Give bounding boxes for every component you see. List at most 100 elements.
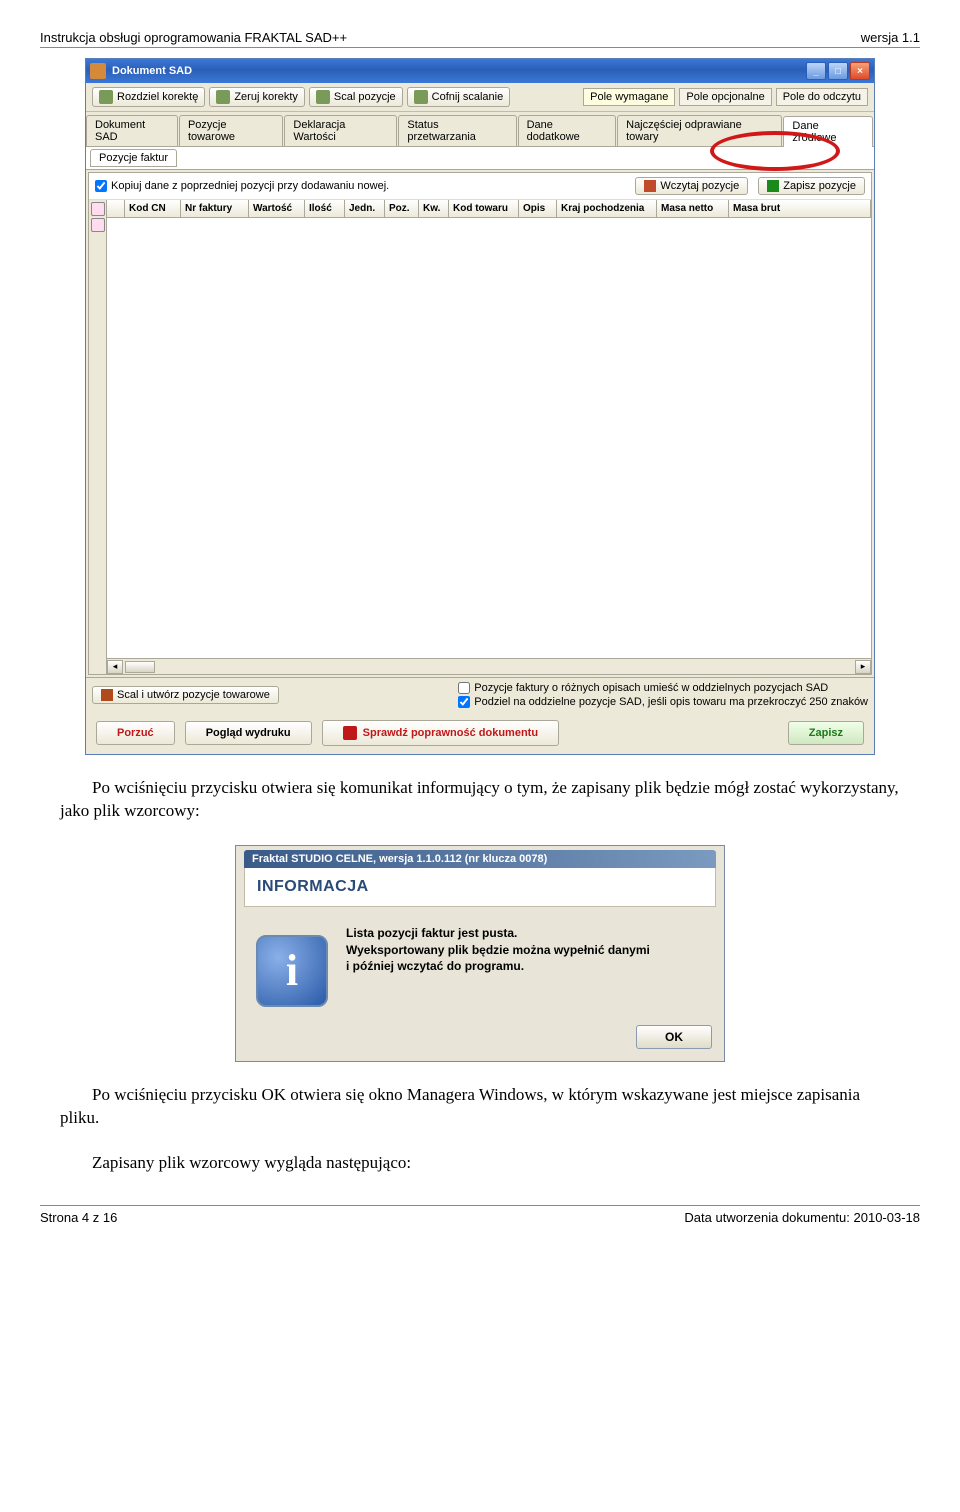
ok-button[interactable]: OK — [636, 1025, 712, 1049]
copy-checkbox[interactable]: Kopiuj dane z poprzedniej pozycji przy d… — [95, 180, 389, 192]
col-masa-brut[interactable]: Masa brut — [729, 200, 871, 217]
copy-checkbox-label: Kopiuj dane z poprzedniej pozycji przy d… — [111, 180, 389, 192]
tab-status[interactable]: Status przetwarzania — [398, 115, 516, 146]
save-icon — [767, 180, 779, 192]
tab-najczesciej[interactable]: Najczęściej odprawiane towary — [617, 115, 782, 146]
dlg-line2: Wyeksportowany plik będzie można wypełni… — [346, 942, 650, 959]
tool-label: Rozdziel korektę — [117, 91, 198, 103]
tab-deklaracja[interactable]: Deklaracja Wartości — [284, 115, 397, 146]
header-right: wersja 1.1 — [861, 30, 920, 45]
minimize-button[interactable]: _ — [806, 62, 826, 80]
page-footer: Strona 4 z 16 Data utworzenia dokumentu:… — [40, 1205, 920, 1225]
copy-checkbox-input[interactable] — [95, 180, 107, 192]
col-nr-faktury[interactable]: Nr faktury — [181, 200, 249, 217]
paragraph-2a: Po wciśnięciu przycisku OK otwiera się o… — [60, 1084, 900, 1130]
scroll-thumb[interactable] — [125, 661, 155, 673]
preview-button[interactable]: Pogląd wydruku — [185, 721, 312, 745]
tab-dane-zrodlowe[interactable]: Dane źródłowe — [783, 116, 873, 147]
btn-label: Zapisz — [809, 727, 843, 739]
dialog-message: Lista pozycji faktur jest pusta. Wyekspo… — [346, 925, 650, 975]
col-kw[interactable]: Kw. — [419, 200, 449, 217]
opt1-label: Pozycje faktury o różnych opisach umieść… — [474, 682, 828, 694]
info-dialog: Fraktal STUDIO CELNE, wersja 1.1.0.112 (… — [235, 845, 725, 1062]
tool-zeruj[interactable]: Zeruj korekty — [209, 87, 305, 107]
load-icon — [644, 180, 656, 192]
undo-icon — [414, 90, 428, 104]
col-masa-netto[interactable]: Masa netto — [657, 200, 729, 217]
opt2-label: Podziel na oddzielne pozycje SAD, jeśli … — [474, 696, 868, 708]
btn-label: Porzuć — [117, 727, 154, 739]
opt1-input[interactable] — [458, 682, 470, 694]
col-poz[interactable]: Poz. — [385, 200, 419, 217]
save-button[interactable]: Zapisz — [788, 721, 864, 745]
btn-label: Scal i utwórz pozycje towarowe — [117, 689, 270, 701]
horizontal-scrollbar[interactable]: ◂ ▸ — [107, 658, 871, 674]
btn-label: Zapisz pozycje — [783, 180, 856, 192]
tab-pozycje-towarowe[interactable]: Pozycje towarowe — [179, 115, 283, 146]
opt2-checkbox[interactable]: Podziel na oddzielne pozycje SAD, jeśli … — [458, 696, 868, 708]
col-jedn[interactable]: Jedn. — [345, 200, 385, 217]
scroll-right-button[interactable]: ▸ — [855, 660, 871, 674]
dialog-header: INFORMACJA — [244, 868, 716, 907]
col-wartosc[interactable]: Wartość — [249, 200, 305, 217]
opt1-checkbox[interactable]: Pozycje faktury o różnych opisach umieść… — [458, 682, 868, 694]
info-icon: i — [256, 935, 328, 1007]
opt2-input[interactable] — [458, 696, 470, 708]
window-title: Dokument SAD — [112, 65, 192, 77]
app-icon — [90, 63, 106, 79]
tab-dokument-sad[interactable]: Dokument SAD — [86, 115, 178, 146]
data-grid: Kod CN Nr faktury Wartość Ilość Jedn. Po… — [89, 200, 871, 674]
validate-button[interactable]: Sprawdź poprawność dokumentu — [322, 720, 559, 746]
dialog-heading: INFORMACJA — [257, 878, 703, 896]
col-opis[interactable]: Opis — [519, 200, 557, 217]
footer-right: Data utworzenia dokumentu: 2010-03-18 — [684, 1210, 920, 1225]
row-action-icon[interactable] — [91, 218, 105, 232]
abandon-button[interactable]: Porzuć — [96, 721, 175, 745]
col-selector[interactable] — [107, 200, 125, 217]
merge-icon — [316, 90, 330, 104]
footer-left: Strona 4 z 16 — [40, 1210, 117, 1225]
tool-label: Scal pozycje — [334, 91, 396, 103]
scroll-left-button[interactable]: ◂ — [107, 660, 123, 674]
col-kod-cn[interactable]: Kod CN — [125, 200, 181, 217]
tab-dane-dodatkowe[interactable]: Dane dodatkowe — [518, 115, 617, 146]
main-tabs: Dokument SAD Pozycje towarowe Deklaracja… — [86, 112, 874, 147]
tool-label: Cofnij scalanie — [432, 91, 504, 103]
btn-label: Sprawdź poprawność dokumentu — [363, 727, 538, 739]
field-optional-label: Pole opcjonalne — [679, 88, 771, 106]
subtab-pozycje-faktur[interactable]: Pozycje faktur — [90, 149, 177, 167]
toolbar: Rozdziel korektę Zeruj korekty Scal pozy… — [86, 83, 874, 112]
tool-cofnij[interactable]: Cofnij scalanie — [407, 87, 511, 107]
load-positions-button[interactable]: Wczytaj pozycje — [635, 177, 748, 195]
split-icon — [99, 90, 113, 104]
tool-rozdziel[interactable]: Rozdziel korektę — [92, 87, 205, 107]
options-row: Scal i utwórz pozycje towarowe Pozycje f… — [86, 677, 874, 712]
dialog-title-text: Fraktal STUDIO CELNE, wersja 1.1.0.112 (… — [244, 850, 716, 868]
col-kraj[interactable]: Kraj pochodzenia — [557, 200, 657, 217]
paragraph-1: Po wciśnięciu przycisku otwiera się komu… — [60, 777, 900, 823]
field-readonly-label: Pole do odczytu — [776, 88, 868, 106]
merge-create-button[interactable]: Scal i utwórz pozycje towarowe — [92, 686, 279, 704]
col-kod-towaru[interactable]: Kod towaru — [449, 200, 519, 217]
maximize-button[interactable]: □ — [828, 62, 848, 80]
content-area: Kopiuj dane z poprzedniej pozycji przy d… — [88, 172, 872, 675]
validate-icon — [343, 726, 357, 740]
dlg-line1: Lista pozycji faktur jest pusta. — [346, 925, 650, 942]
page-header: Instrukcja obsługi oprogramowania FRAKTA… — [40, 30, 920, 48]
paragraph-2b: Zapisany plik wzorcowy wygląda następują… — [60, 1152, 900, 1175]
btn-label: Wczytaj pozycje — [660, 180, 739, 192]
close-button[interactable]: × — [850, 62, 870, 80]
col-ilosc[interactable]: Ilość — [305, 200, 345, 217]
row-action-icon[interactable] — [91, 202, 105, 216]
grid-body[interactable] — [107, 218, 871, 658]
dialog-titlebar: Fraktal STUDIO CELNE, wersja 1.1.0.112 (… — [236, 846, 724, 868]
grid-header: Kod CN Nr faktury Wartość Ilość Jedn. Po… — [107, 200, 871, 218]
titlebar: Dokument SAD _ □ × — [86, 59, 874, 83]
tool-scal[interactable]: Scal pozycje — [309, 87, 403, 107]
header-left: Instrukcja obsługi oprogramowania FRAKTA… — [40, 30, 347, 45]
tool-label: Zeruj korekty — [234, 91, 298, 103]
btn-label: Pogląd wydruku — [206, 727, 291, 739]
zero-icon — [216, 90, 230, 104]
field-required-label: Pole wymagane — [583, 88, 675, 106]
save-positions-button[interactable]: Zapisz pozycje — [758, 177, 865, 195]
